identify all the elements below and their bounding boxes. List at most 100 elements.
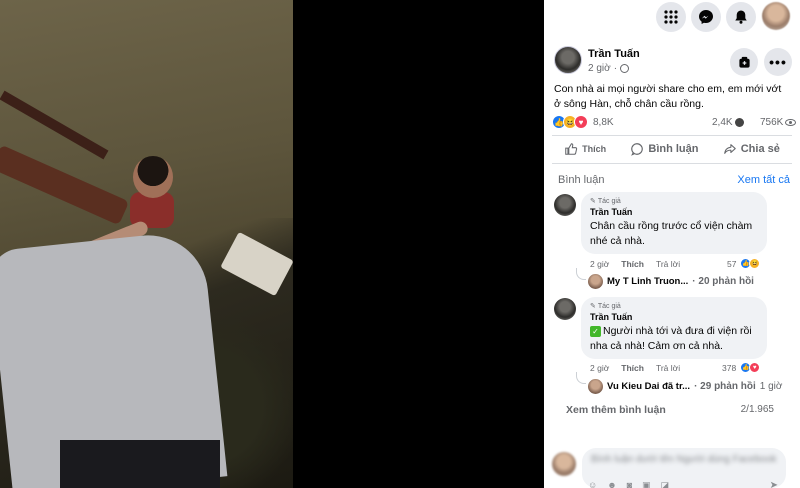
comments-header: Bình luận Xem tất cả <box>558 174 790 186</box>
reaction-icons[interactable]: 👍 😆 ♥ <box>552 115 588 129</box>
profile-avatar[interactable] <box>762 2 790 30</box>
comment-reactions[interactable]: 57 👍 😆 <box>727 258 761 269</box>
share-icon <box>734 118 744 127</box>
comment-author[interactable]: Trần Tuấn <box>590 207 758 217</box>
post-meta: 2 giờ · <box>588 63 630 74</box>
comment-reply-button[interactable]: Trả lời <box>656 363 680 373</box>
reply-avatar <box>588 379 603 394</box>
more-comments-link[interactable]: Xem thêm bình luận <box>566 404 666 416</box>
comment-author[interactable]: Trần Tuấn <box>590 312 758 322</box>
menu-grid-icon[interactable] <box>656 2 686 32</box>
author-tag-label: Tác giả <box>597 302 621 310</box>
post-header: Trần Tuấn 2 giờ · ••• <box>554 46 794 80</box>
comment-time[interactable]: 2 giờ <box>590 363 609 373</box>
author-tag: ✎ Tác giả <box>590 197 758 206</box>
view-replies-link[interactable]: Vu Kieu Dai đã tr... · 29 phản hồi 1 giờ <box>588 379 782 394</box>
comment-bubble: ✎ Tác giả Trần Tuấn Chân cầu rồng trước … <box>581 192 767 254</box>
comment-text: ✓ Người nhà tới và đưa đi viện rồi nha cả… <box>590 324 758 354</box>
globe-icon <box>620 64 630 73</box>
reply-count: · 29 phản hồi <box>694 381 756 392</box>
thumbs-up-icon <box>565 143 578 155</box>
divider <box>552 135 792 136</box>
comment-time[interactable]: 2 giờ <box>590 259 609 269</box>
reply-avatar <box>588 274 603 289</box>
reply-author: Vu Kieu Dai đã tr... <box>607 381 691 392</box>
pencil-icon: ✎ <box>590 198 596 205</box>
comment-reaction-count: 57 <box>727 258 737 269</box>
comment-footer: 2 giờ Thích Trả lời <box>590 259 680 269</box>
comment-like-button[interactable]: Thích <box>621 363 644 373</box>
pencil-icon: ✎ <box>590 303 596 310</box>
comment-text: Chân cầu rồng trước cổ viện chàm nhé cả … <box>590 220 753 247</box>
post-photo[interactable] <box>0 0 293 488</box>
reply-count: · 20 phản hồi <box>692 276 754 287</box>
reaction-count[interactable]: 8,8K <box>593 117 614 128</box>
author-tag: ✎ Tác giả <box>590 302 758 311</box>
bookmark-icon <box>738 56 750 68</box>
composer-avatar <box>552 452 576 476</box>
author-tag-label: Tác giả <box>597 197 621 205</box>
photo-child-head <box>133 156 173 198</box>
comment-avatar[interactable] <box>554 298 576 320</box>
comment-icon <box>631 143 644 156</box>
post-time[interactable]: 2 giờ <box>588 63 611 74</box>
post-text: Con nhà ai mọi người share cho em, em mớ… <box>554 83 782 110</box>
eye-icon <box>785 119 797 126</box>
bell-icon[interactable] <box>726 2 756 32</box>
share-button[interactable]: Chia sẻ <box>723 138 780 160</box>
more-dots-icon: ••• <box>769 54 787 70</box>
view-replies-link[interactable]: My T Linh Truon... · 20 phản hồi <box>588 274 754 289</box>
comment-avatar[interactable] <box>554 194 576 216</box>
photo-man-pants <box>60 440 220 488</box>
check-mark-icon: ✓ <box>590 326 601 337</box>
comment-button[interactable]: Bình luận <box>630 138 698 160</box>
camera-icon[interactable]: ◙ <box>627 480 632 488</box>
share-count: 2,4K <box>712 117 733 128</box>
comment-input-placeholder: Bình luận dưới tên Người dùng Facebook <box>591 454 777 465</box>
save-post-button[interactable] <box>730 48 758 76</box>
composer-tools: ☺ ☻ ◙ ▣ ◪ <box>588 480 669 488</box>
comment-reaction-count: 378 <box>722 362 737 373</box>
reply-connector <box>576 268 586 280</box>
share-count-wrap[interactable]: 2,4K <box>712 117 744 128</box>
see-all-comments-link[interactable]: Xem tất cả <box>737 174 790 186</box>
divider <box>552 163 792 164</box>
comment-footer: 2 giờ Thích Trả lời <box>590 363 680 373</box>
comments-label: Bình luận <box>558 174 605 186</box>
reply-time: 1 giờ <box>759 381 783 392</box>
comment-reply-button[interactable]: Trả lời <box>656 259 680 269</box>
love-reaction-icon: ♥ <box>749 362 761 373</box>
post-stats: 👍 😆 ♥ 8,8K 2,4K 756K <box>552 115 797 131</box>
share-label: Chia sẻ <box>740 143 780 155</box>
comment-reactions[interactable]: 378 👍 ♥ <box>722 362 761 373</box>
emoji-icon[interactable]: ☻ <box>607 480 616 488</box>
photo-pipe <box>0 144 130 226</box>
reply-author: My T Linh Truon... <box>607 276 689 287</box>
avatar-sticker-icon[interactable]: ☺ <box>588 480 597 488</box>
comment-text-content: Người nhà tới và đưa đi viện rồi nha cả … <box>590 325 752 352</box>
photo-pipe <box>0 90 109 160</box>
top-bar <box>544 0 800 36</box>
comment-like-button[interactable]: Thích <box>621 259 644 269</box>
author-avatar[interactable] <box>554 46 582 74</box>
view-count: 756K <box>760 117 784 128</box>
haha-reaction-icon: 😆 <box>749 258 761 269</box>
comment-label: Bình luận <box>648 143 699 155</box>
sticker-icon[interactable]: ◪ <box>661 480 670 488</box>
share-arrow-icon <box>723 144 736 154</box>
more-options-button[interactable]: ••• <box>764 48 792 76</box>
messenger-icon[interactable] <box>691 2 721 32</box>
comment-bubble: ✎ Tác giả Trần Tuấn ✓ Người nhà tới và đư… <box>581 297 767 359</box>
love-reaction-icon: ♥ <box>574 115 588 129</box>
comment-count: 2/1.965 <box>740 404 774 415</box>
like-button[interactable]: Thích <box>564 138 606 160</box>
send-icon[interactable]: ➤ <box>770 480 778 488</box>
reply-connector <box>576 372 586 384</box>
post-panel: Trần Tuấn 2 giờ · ••• Con nhà ai mọi ngư… <box>544 0 800 488</box>
like-label: Thích <box>582 144 607 154</box>
post-author[interactable]: Trần Tuấn <box>588 48 640 60</box>
action-bar: Thích Bình luận Chia sẻ <box>552 138 792 160</box>
view-count-wrap: 756K <box>760 117 797 128</box>
gif-icon[interactable]: ▣ <box>642 480 651 488</box>
media-viewer <box>0 0 544 488</box>
